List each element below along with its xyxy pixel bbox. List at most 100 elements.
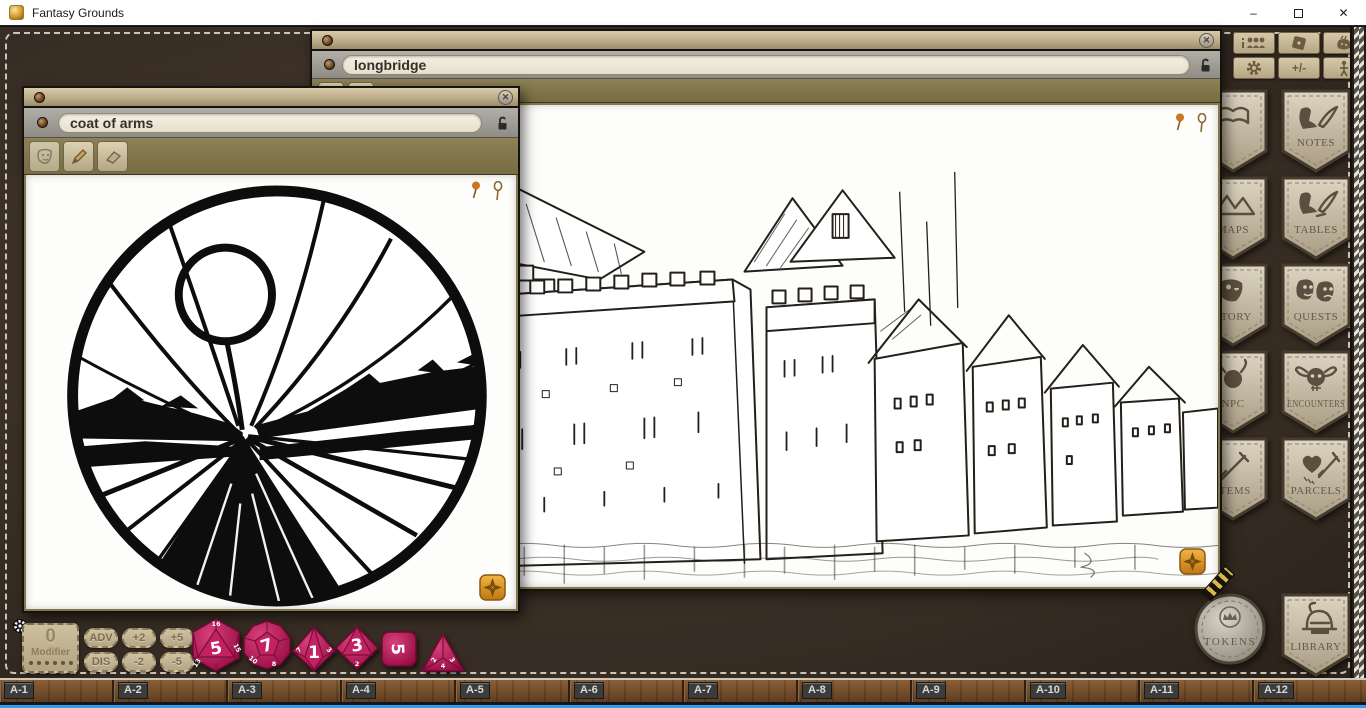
party-sheet-button[interactable] <box>1233 32 1275 54</box>
rivet-icon <box>37 117 48 128</box>
coat-of-arms-emblem <box>26 175 516 609</box>
dis-button[interactable]: DIS <box>84 652 118 672</box>
coat-name-field[interactable]: coat of arms <box>58 113 482 133</box>
plus2-button[interactable]: +2 <box>122 628 156 648</box>
longbridge-close-button[interactable]: ✕ <box>1199 33 1214 48</box>
unlocked-padlock-icon[interactable] <box>496 115 509 131</box>
dice-tower-button[interactable] <box>1278 32 1320 54</box>
tab-label: A-4 <box>346 682 376 699</box>
app-title: Fantasy Grounds <box>32 6 124 20</box>
coat-close-button[interactable]: ✕ <box>498 90 513 105</box>
leather-edge-braid <box>1350 27 1366 678</box>
maximize-icon <box>1294 9 1303 18</box>
magnifier-icon[interactable] <box>1196 113 1208 133</box>
svg-text:5: 5 <box>387 643 407 656</box>
image-window-coat-of-arms: ✕ coat of arms <box>22 86 520 613</box>
pan-control-button[interactable] <box>1179 548 1206 575</box>
sidebar-pennant-tables[interactable]: TABLES <box>1281 176 1351 260</box>
adv-button[interactable]: ADV <box>84 628 118 648</box>
svg-text:LIBRARY: LIBRARY <box>1290 641 1341 653</box>
sidebar-pennant-quests[interactable]: QUESTS <box>1281 263 1351 347</box>
magnifier-icon[interactable] <box>492 181 504 201</box>
minus2-button[interactable]: -2 <box>122 652 156 672</box>
hotkey-tab[interactable]: A-5 <box>454 680 568 702</box>
unlocked-padlock-icon[interactable] <box>1199 57 1212 73</box>
svg-text:QUESTS: QUESTS <box>1294 311 1339 323</box>
svg-text:NOTES: NOTES <box>1297 137 1335 149</box>
window-controls: – ✕ <box>1231 0 1366 26</box>
leather-desktop: MAPS STORY NPC ITEMS NOTES <box>0 26 1366 678</box>
tab-label: A-10 <box>1030 682 1066 699</box>
modifier-label: Modifier <box>24 648 77 658</box>
die-icon <box>1289 35 1309 51</box>
die-d4[interactable]: 4 2 3 <box>420 632 466 674</box>
mask-tool-icon <box>35 147 55 167</box>
hotkey-tab[interactable]: A-9 <box>910 680 1024 702</box>
svg-text:8: 8 <box>272 660 277 668</box>
fantasy-grounds-app: Fantasy Grounds – ✕ MAPS STORY <box>0 0 1366 708</box>
modifier-box[interactable]: 0 Modifier <box>22 623 79 673</box>
hotkey-tab[interactable]: A-12 <box>1252 680 1366 702</box>
svg-text:ENCOUNTERS: ENCOUNTERS <box>1287 398 1345 410</box>
sidebar-pennant-parcels[interactable]: PARCELS <box>1281 437 1351 521</box>
tab-label: A-11 <box>1144 682 1179 699</box>
plus-minus-label: +/- <box>1292 61 1306 75</box>
close-button[interactable]: ✕ <box>1321 0 1366 26</box>
coat-toolbar <box>24 138 518 175</box>
eraser-icon <box>103 147 123 167</box>
coat-titlebar[interactable]: ✕ <box>24 88 518 108</box>
maximize-button[interactable] <box>1276 0 1321 26</box>
erase-tool-button[interactable] <box>97 141 128 172</box>
tab-label: A-7 <box>688 682 718 699</box>
tab-label: A-3 <box>232 682 262 699</box>
modifiers-button[interactable]: +/- <box>1278 57 1320 79</box>
modifier-dots <box>24 661 77 665</box>
hotkey-tab-bar: A-1 A-2 A-3 A-4 A-5 A-6 A-7 A-8 A-9 A-10… <box>0 678 1366 702</box>
hotkey-tab[interactable]: A-7 <box>682 680 796 702</box>
gear-icon <box>1245 59 1263 77</box>
pin-icon[interactable] <box>1174 113 1186 131</box>
hotkey-tab[interactable]: A-10 <box>1024 680 1138 702</box>
longbridge-name-field[interactable]: longbridge <box>342 55 1190 75</box>
die-d12[interactable]: 7 10 8 <box>242 620 292 670</box>
die-d10[interactable]: 1 7 3 <box>290 625 338 673</box>
die-d8[interactable]: 3 2 <box>334 625 380 671</box>
rivet-icon <box>324 59 335 70</box>
mask-tool-button[interactable] <box>29 141 60 172</box>
options-button[interactable] <box>1233 57 1275 79</box>
die-d20[interactable]: 5 16 15 13 <box>188 617 244 673</box>
pencil-icon <box>69 147 89 167</box>
hotkey-tab[interactable]: A-8 <box>796 680 910 702</box>
hotkey-tab[interactable]: A-1 <box>0 680 112 702</box>
hotkey-tab[interactable]: A-6 <box>568 680 682 702</box>
draw-tool-button[interactable] <box>63 141 94 172</box>
tab-label: A-2 <box>118 682 148 699</box>
svg-text:16: 16 <box>211 620 221 628</box>
svg-text:1: 1 <box>308 643 320 663</box>
rivet-icon <box>322 35 333 46</box>
svg-text:NPC: NPC <box>1222 398 1245 410</box>
hotkey-tab[interactable]: A-2 <box>112 680 226 702</box>
party-icon <box>1241 36 1267 50</box>
longbridge-titlebar[interactable]: ✕ <box>312 31 1220 51</box>
hotkey-tab[interactable]: A-3 <box>226 680 340 702</box>
sidebar-pennant-library[interactable]: LIBRARY <box>1281 593 1351 677</box>
pan-control-button[interactable] <box>479 574 506 601</box>
hotkey-tab[interactable]: A-4 <box>340 680 454 702</box>
svg-text:2: 2 <box>355 660 360 668</box>
modifier-value: 0 <box>24 626 77 648</box>
hotkey-tab[interactable]: A-11 <box>1138 680 1252 702</box>
tab-label: A-8 <box>802 682 832 699</box>
pin-icon[interactable] <box>470 181 482 199</box>
svg-text:PARCELS: PARCELS <box>1291 485 1342 497</box>
svg-text:4: 4 <box>441 662 446 670</box>
coat-canvas[interactable] <box>26 175 516 609</box>
tab-label: A-6 <box>574 682 604 699</box>
minimize-button[interactable]: – <box>1231 0 1276 26</box>
sidebar-pennant-encounters[interactable]: ENCOUNTERS <box>1281 350 1351 434</box>
coat-namebar: coat of arms <box>24 108 518 138</box>
sidebar-pennant-notes[interactable]: NOTES <box>1281 89 1351 173</box>
os-titlebar[interactable]: Fantasy Grounds – ✕ <box>0 0 1366 26</box>
tokens-bag-button[interactable]: TOKENS <box>1194 591 1266 667</box>
die-d6[interactable]: 5 <box>380 630 418 668</box>
